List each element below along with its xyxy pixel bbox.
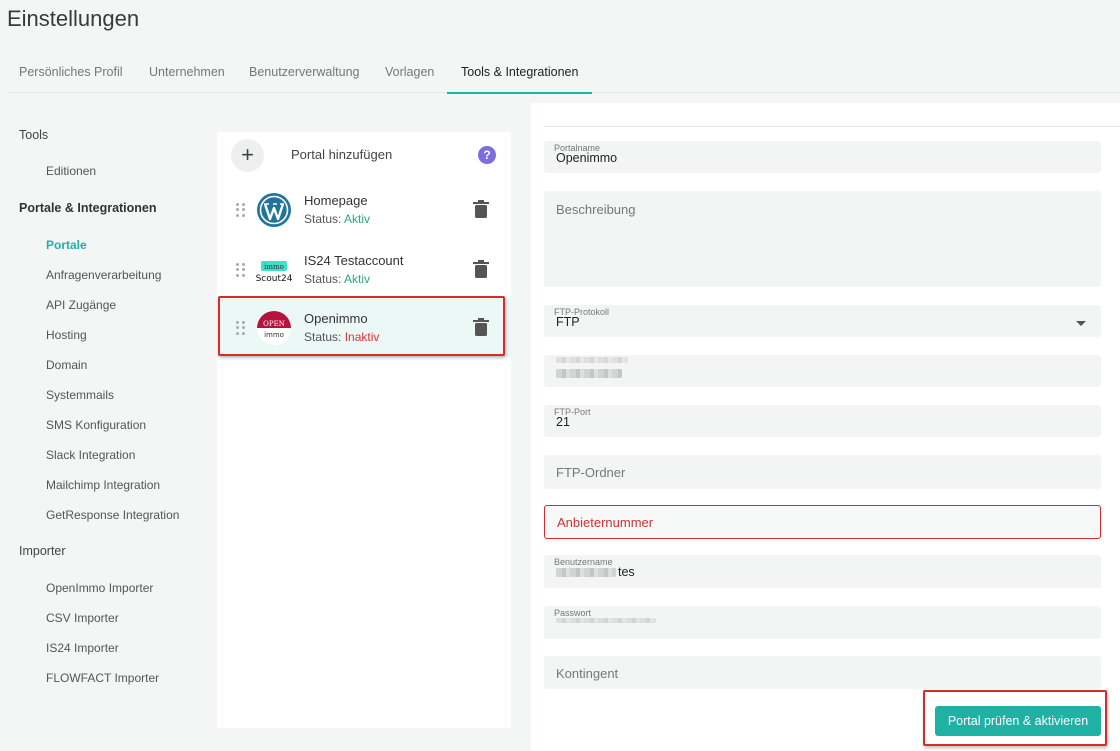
field-placeholder: Kontingent: [556, 666, 619, 681]
field-value: 21: [556, 415, 570, 429]
anbieternummer-field[interactable]: Anbieternummer: [544, 505, 1101, 539]
immoscout24-icon: immo Scout24: [256, 261, 292, 284]
page-title: Einstellungen: [7, 6, 140, 31]
sidebar-item-api-zugaenge[interactable]: API Zugänge: [46, 298, 116, 312]
form-divider: [544, 126, 1120, 127]
ftp-ordner-field[interactable]: FTP-Ordner: [544, 455, 1101, 489]
sidebar-item-flowfact-importer[interactable]: FLOWFACT Importer: [46, 671, 159, 685]
field-placeholder: Beschreibung: [556, 202, 636, 217]
tab-user-management[interactable]: Benutzerverwaltung: [249, 52, 359, 93]
portalname-field[interactable]: Portalname Openimmo: [544, 141, 1101, 173]
sidebar-item-is24-importer[interactable]: IS24 Importer: [46, 641, 119, 655]
tab-company[interactable]: Unternehmen: [149, 52, 225, 93]
field-value-suffix: tes: [618, 565, 635, 579]
status-prefix: Status:: [304, 212, 342, 226]
sidebar-item-mailchimp-integration[interactable]: Mailchimp Integration: [46, 478, 160, 492]
portal-status: Status: Aktiv: [304, 272, 370, 286]
passwort-field[interactable]: Passwort: [544, 606, 1101, 639]
plus-icon: +: [241, 142, 254, 167]
add-portal-button[interactable]: +: [231, 139, 264, 172]
trash-icon[interactable]: [473, 260, 489, 278]
submit-button-highlight: [923, 690, 1107, 746]
status-value: Aktiv: [344, 212, 371, 226]
portal-item-is24-testaccount[interactable]: immo Scout24 IS24 Testaccount Status: Ak…: [217, 241, 511, 299]
portal-name: IS24 Testaccount: [304, 253, 404, 268]
sidebar-item-editionen[interactable]: Editionen: [46, 164, 96, 178]
beschreibung-field[interactable]: Beschreibung: [544, 191, 1101, 287]
ftp-port-field[interactable]: FTP-Port 21: [544, 405, 1101, 437]
chevron-down-icon: [1076, 321, 1086, 326]
ftp-server-field[interactable]: [544, 355, 1101, 387]
masked-password: [556, 618, 656, 623]
sidebar-item-sms-konfiguration[interactable]: SMS Konfiguration: [46, 418, 146, 432]
field-value: Openimmo: [556, 151, 618, 165]
field-placeholder: Anbieternummer: [557, 515, 654, 530]
ftp-protokoll-select[interactable]: FTP-Protokoll FTP: [544, 305, 1101, 337]
redacted-value: [556, 568, 616, 577]
tab-templates[interactable]: Vorlagen: [385, 52, 434, 93]
immo-logo-text: immo: [264, 263, 284, 271]
scout24-logo-text: Scout24: [256, 274, 292, 284]
sidebar-item-portale[interactable]: Portale: [46, 238, 87, 252]
sidebar-section-importer: Importer: [19, 544, 66, 558]
tab-tools-integrations[interactable]: Tools & Integrationen: [446, 52, 593, 94]
selected-portal-highlight: [218, 296, 505, 356]
sidebar-section-tools: Tools: [19, 128, 49, 142]
help-icon[interactable]: ?: [478, 146, 496, 164]
portal-list-panel: + Portal hinzufügen ? Homepage Status: A…: [217, 132, 511, 728]
tab-personal-profile[interactable]: Persönliches Profil: [19, 52, 123, 93]
add-portal-label: Portal hinzufügen: [291, 147, 393, 162]
wordpress-icon: [257, 193, 291, 227]
sidebar-item-slack-integration[interactable]: Slack Integration: [46, 448, 135, 462]
redacted-value: [556, 369, 622, 378]
field-label: Passwort: [554, 608, 592, 618]
sidebar-section-portale: Portale & Integrationen: [19, 201, 157, 215]
sidebar-item-csv-importer[interactable]: CSV Importer: [46, 611, 119, 625]
redacted-label: [556, 357, 628, 363]
trash-icon[interactable]: [473, 200, 489, 218]
sidebar-item-hosting[interactable]: Hosting: [46, 328, 87, 342]
field-label: Benutzername: [554, 557, 613, 567]
sidebar-item-openimmo-importer[interactable]: OpenImmo Importer: [46, 581, 153, 595]
sidebar-item-anfragenverarbeitung[interactable]: Anfragenverarbeitung: [46, 268, 161, 282]
drag-handle-icon[interactable]: [236, 263, 246, 277]
add-portal-row[interactable]: + Portal hinzufügen ?: [217, 132, 511, 178]
sidebar-item-domain[interactable]: Domain: [46, 358, 87, 372]
settings-tabs: Persönliches Profil Unternehmen Benutzer…: [7, 52, 1120, 94]
sidebar-item-systemmails[interactable]: Systemmails: [46, 388, 114, 402]
portal-status: Status: Aktiv: [304, 212, 370, 226]
portal-name: Homepage: [304, 193, 368, 208]
drag-handle-icon[interactable]: [236, 203, 246, 217]
field-placeholder: FTP-Ordner: [556, 465, 626, 480]
portal-item-homepage[interactable]: Homepage Status: Aktiv: [217, 181, 511, 239]
kontingent-field[interactable]: Kontingent: [544, 656, 1101, 689]
status-prefix: Status:: [304, 272, 342, 286]
field-value: FTP: [556, 315, 580, 329]
sidebar-item-getresponse-integration[interactable]: GetResponse Integration: [46, 508, 179, 522]
benutzername-field[interactable]: Benutzername tes: [544, 555, 1101, 588]
status-value: Aktiv: [344, 272, 371, 286]
